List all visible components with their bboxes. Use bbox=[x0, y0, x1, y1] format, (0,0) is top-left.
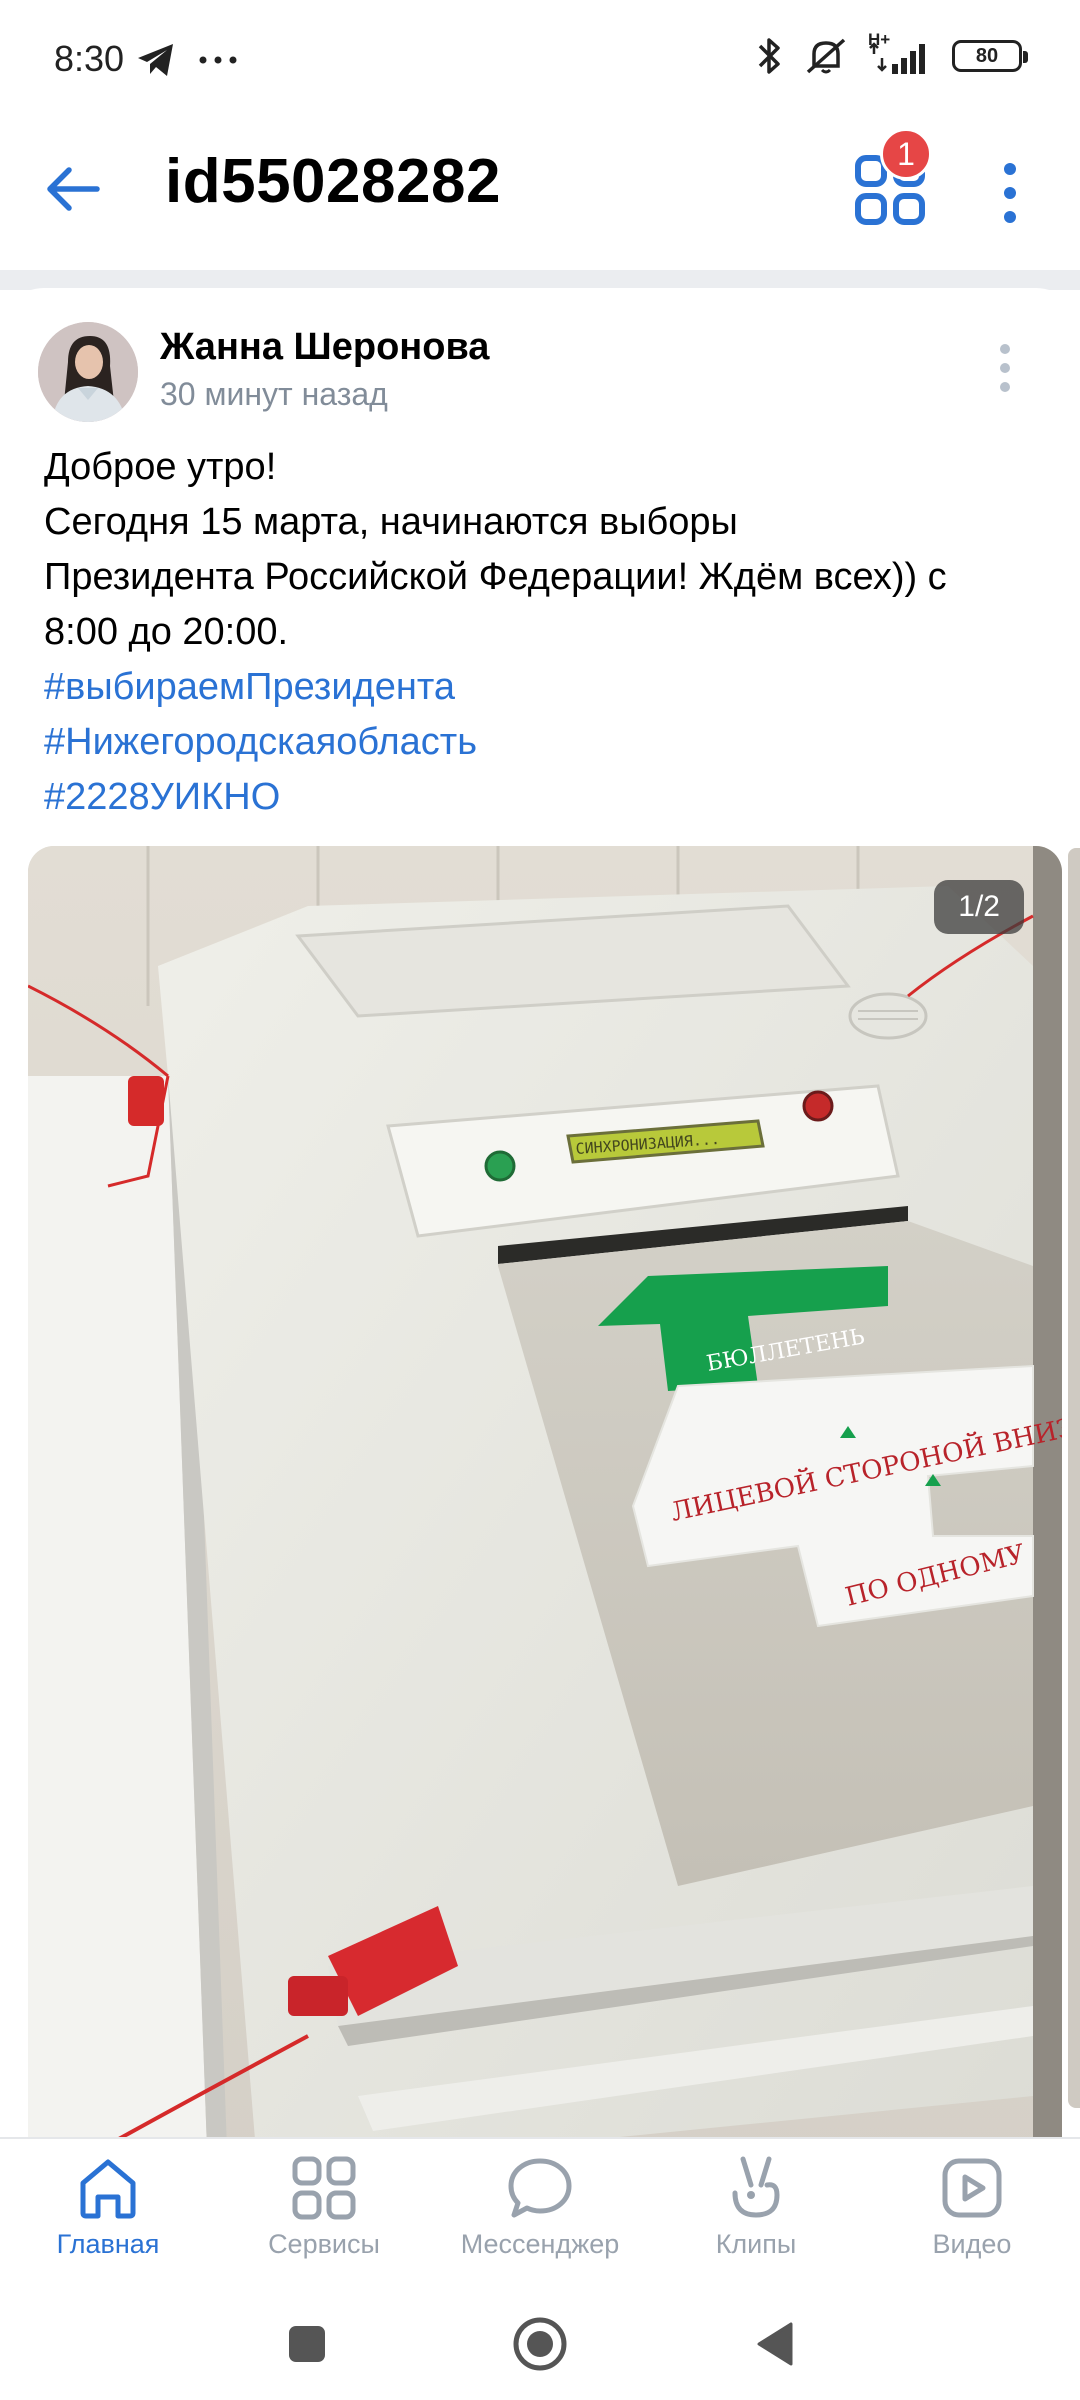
hashtag-link[interactable]: #Нижегородскаяобласть bbox=[44, 715, 1044, 770]
page-title: id55028282 bbox=[165, 147, 501, 216]
back-system-button[interactable] bbox=[740, 2309, 810, 2379]
tab-services[interactable]: Сервисы bbox=[216, 2139, 432, 2287]
tab-home[interactable]: Главная bbox=[0, 2139, 216, 2287]
notification-badge: 1 bbox=[880, 128, 932, 180]
system-nav-bar bbox=[0, 2285, 1080, 2400]
telegram-icon bbox=[138, 44, 173, 76]
author-name[interactable]: Жанна Шеронова bbox=[160, 326, 489, 369]
author-avatar[interactable] bbox=[38, 322, 138, 422]
next-photo-peek[interactable] bbox=[1068, 848, 1080, 2108]
post-text-line: Президента Российской Федерации! Ждём вс… bbox=[44, 556, 947, 598]
video-icon bbox=[942, 2158, 1002, 2218]
post-text-line: Сегодня 15 марта, начинаются выборы bbox=[44, 501, 738, 543]
circle-icon bbox=[513, 2317, 567, 2371]
post-text-line: Доброе утро! bbox=[44, 446, 277, 488]
home-system-button[interactable] bbox=[505, 2309, 575, 2379]
tab-label: Мессенджер bbox=[460, 2229, 620, 2259]
services-icon bbox=[292, 2156, 356, 2220]
hashtag-link[interactable]: #выбираемПрезидента bbox=[44, 660, 1044, 715]
avatar-photo bbox=[38, 322, 138, 422]
messenger-icon bbox=[508, 2158, 572, 2218]
more-vertical-icon bbox=[1000, 344, 1010, 392]
status-bar: 8:30 H+ 80 bbox=[0, 0, 1080, 120]
mute-bell-icon bbox=[806, 38, 846, 74]
more-button[interactable] bbox=[985, 148, 1035, 238]
status-system-icons: H+ 80 bbox=[754, 30, 1028, 76]
header-divider bbox=[0, 270, 1080, 290]
bottom-tab-bar: Главная Сервисы Мессенджер Клипы Видео bbox=[0, 2137, 1080, 2285]
post-photo[interactable]: СИНХРОНИЗАЦИЯ... БЮЛЛЕТЕНЬ ЛИЦЕВОЙ СТОРО… bbox=[28, 846, 1062, 2138]
triangle-back-icon bbox=[757, 2322, 793, 2366]
tab-label: Главная bbox=[56, 2229, 160, 2259]
battery-level: 80 bbox=[975, 44, 999, 67]
back-button[interactable] bbox=[38, 154, 108, 224]
post-card: Жанна Шеронова 30 минут назад Доброе утр… bbox=[0, 288, 1080, 2138]
status-notification-icons bbox=[136, 42, 238, 78]
tab-label: Сервисы bbox=[268, 2229, 380, 2259]
tab-messenger[interactable]: Мессенджер bbox=[432, 2139, 648, 2287]
tab-label: Клипы bbox=[715, 2229, 797, 2259]
battery-icon: 80 bbox=[952, 40, 1028, 72]
home-icon bbox=[80, 2159, 136, 2219]
hashtag-link[interactable]: #2228УИКНО bbox=[44, 770, 1044, 825]
post-text-line: 8:00 до 20:00. bbox=[44, 611, 289, 653]
clips-icon bbox=[732, 2156, 780, 2218]
post-timestamp: 30 минут назад bbox=[160, 376, 388, 412]
arrow-left-icon bbox=[47, 167, 100, 211]
post-options-button[interactable] bbox=[985, 338, 1025, 398]
ballot-scanner-image: СИНХРОНИЗАЦИЯ... БЮЛЛЕТЕНЬ ЛИЦЕВОЙ СТОРО… bbox=[28, 846, 1062, 2138]
more-vertical-icon bbox=[1004, 163, 1016, 223]
tab-label: Видео bbox=[932, 2229, 1012, 2259]
post-text: Доброе утро! Сегодня 15 марта, начинаютс… bbox=[44, 440, 1044, 825]
tab-video[interactable]: Видео bbox=[864, 2139, 1080, 2287]
square-icon bbox=[289, 2326, 325, 2362]
status-time: 8:30 bbox=[54, 38, 125, 79]
bluetooth-icon bbox=[758, 38, 780, 74]
app-header: id55028282 1 bbox=[0, 120, 1080, 270]
tab-clips[interactable]: Клипы bbox=[648, 2139, 864, 2287]
recents-button[interactable] bbox=[272, 2309, 342, 2379]
signal-icon: H+ bbox=[868, 30, 932, 76]
photo-counter: 1/2 bbox=[934, 880, 1024, 934]
more-notifications-icon bbox=[199, 56, 237, 64]
